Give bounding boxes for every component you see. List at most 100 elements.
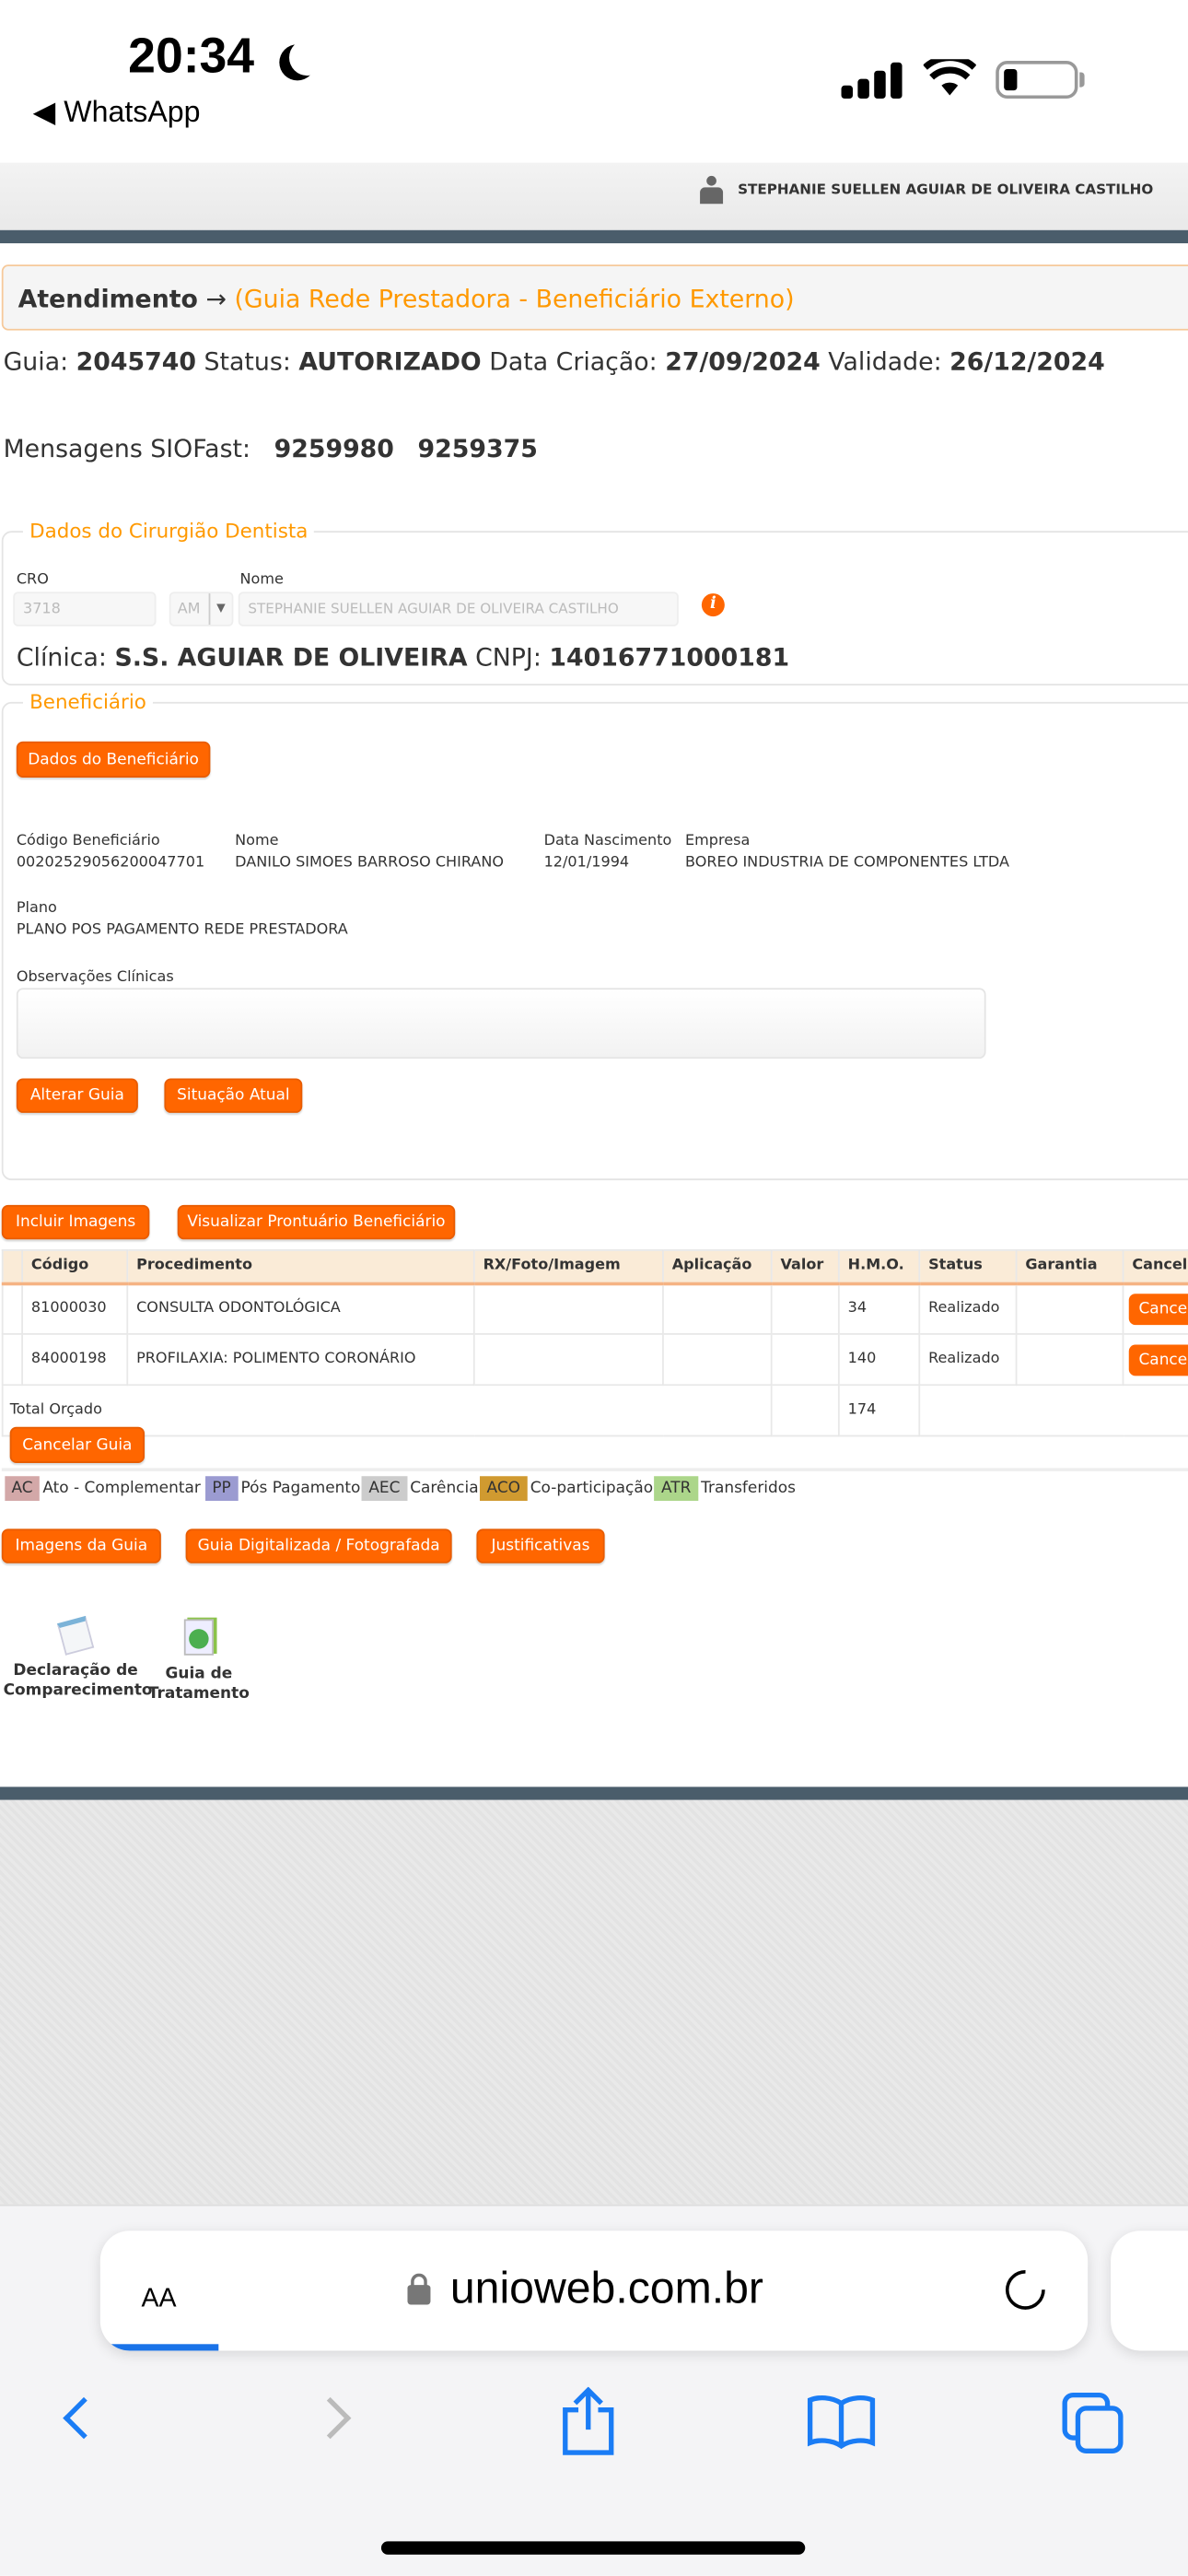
clinica-value: S.S. AGUIAR DE OLIVEIRA bbox=[114, 642, 468, 673]
reader-aa-button[interactable]: AA bbox=[141, 2274, 176, 2316]
table-header-row: Código Procedimento RX/Foto/Imagem Aplic… bbox=[1, 1249, 1188, 1285]
empresa-value: BOREO INDUSTRIA DE COMPONENTES LTDA bbox=[685, 854, 1009, 872]
guia-info: Guia: 2045740 Status: AUTORIZADO Data Cr… bbox=[4, 346, 1105, 376]
cro-input[interactable]: 3718 bbox=[13, 591, 157, 626]
table-row: 84000198 PROFILAXIA: POLIMENTO CORONÁRIO 1… bbox=[1, 1333, 1188, 1387]
cell-procedimento: CONSULTA ODONTOLÓGICA bbox=[126, 1282, 475, 1335]
cancel-procedure-button[interactable]: Cancel bbox=[1128, 1343, 1188, 1376]
page-footer bbox=[0, 1799, 1188, 2205]
status-label: Status: bbox=[204, 346, 291, 377]
plano-label: Plano bbox=[16, 900, 57, 918]
col-hmo: H.M.O. bbox=[837, 1249, 921, 1285]
legend-code: PP bbox=[205, 1476, 238, 1502]
load-progress bbox=[99, 2344, 219, 2351]
battery-icon bbox=[996, 61, 1078, 100]
document-check-icon bbox=[183, 1619, 214, 1656]
beneficiario-legend: Beneficiário bbox=[22, 690, 154, 714]
situacao-atual-button[interactable]: Situação Atual bbox=[164, 1078, 303, 1113]
back-to-whatsapp[interactable]: ◀ WhatsApp bbox=[33, 95, 201, 129]
cell-codigo: 81000030 bbox=[21, 1282, 129, 1335]
cnpj-value: 14016771000181 bbox=[549, 642, 790, 673]
alterar-guia-button[interactable]: Alterar Guia bbox=[16, 1078, 138, 1113]
cell-hmo: 140 bbox=[837, 1333, 921, 1387]
clinica-info: Clínica: S.S. AGUIAR DE OLIVEIRA CNPJ: 1… bbox=[17, 643, 789, 673]
legend-code: ACO bbox=[480, 1476, 528, 1502]
url-text[interactable]: unioweb.com.br bbox=[450, 2264, 763, 2314]
codigo-beneficiario-label: Código Beneficiário bbox=[16, 833, 160, 850]
guia-label: Guia: bbox=[3, 346, 69, 377]
cro-label: CRO bbox=[16, 571, 49, 589]
mensagens-siofast: Mensagens SIOFast: 9259980 9259375 bbox=[4, 434, 538, 463]
empresa-label: Empresa bbox=[685, 833, 751, 850]
cell-procedimento: PROFILAXIA: POLIMENTO CORONÁRIO bbox=[126, 1333, 475, 1387]
reload-icon[interactable] bbox=[997, 2262, 1054, 2318]
tabs-icon[interactable] bbox=[1062, 2392, 1127, 2454]
plano-value: PLANO POS PAGAMENTO REDE PRESTADORA bbox=[16, 921, 348, 939]
footer-bar bbox=[0, 1786, 1188, 1800]
legend-label: Carência bbox=[410, 1479, 479, 1498]
col-procedimento: Procedimento bbox=[126, 1249, 475, 1285]
next-tab-preview[interactable] bbox=[1111, 2231, 1188, 2351]
clinica-label: Clínica: bbox=[16, 642, 107, 673]
codigo-beneficiario-value: 00202529056200047701 bbox=[16, 854, 205, 872]
status-legend: AC Ato - Complementar PP Pós Pagamento AEC… bbox=[5, 1476, 796, 1502]
mensagem-id: 9259375 bbox=[417, 434, 538, 464]
cancel-procedure-button[interactable]: Cancel bbox=[1128, 1293, 1188, 1325]
col-cancela: Cancela bbox=[1122, 1249, 1188, 1285]
wifi-icon bbox=[923, 59, 976, 96]
cnpj-label: CNPJ: bbox=[475, 642, 542, 673]
imagens-da-guia-button[interactable]: Imagens da Guia bbox=[1, 1528, 161, 1563]
doc-label: Comparecimento bbox=[3, 1681, 153, 1700]
chevron-down-icon: ▼ bbox=[208, 593, 232, 626]
col-garantia: Garantia bbox=[1015, 1249, 1124, 1285]
user-icon bbox=[700, 175, 724, 205]
cell-hmo: 34 bbox=[837, 1282, 921, 1335]
col-aplicacao: Aplicação bbox=[662, 1249, 773, 1285]
share-icon[interactable] bbox=[559, 2386, 618, 2456]
criacao-label: Data Criação: bbox=[489, 346, 658, 377]
aa-label: AA bbox=[141, 2285, 177, 2313]
bookmarks-icon[interactable] bbox=[805, 2394, 878, 2450]
breadcrumb-root[interactable]: Atendimento bbox=[18, 285, 198, 314]
validade-label: Validade: bbox=[828, 346, 942, 377]
justificativas-button[interactable]: Justificativas bbox=[476, 1528, 605, 1563]
observacoes-label: Observações Clínicas bbox=[16, 969, 174, 987]
legend-code: AEC bbox=[362, 1476, 407, 1502]
nav-bar bbox=[0, 229, 1188, 244]
guia-tratamento-link[interactable]: Guia de Tratamento bbox=[145, 1619, 253, 1704]
beneficiario-nome-value: DANILO SIMOES BARROSO CHIRANO bbox=[235, 854, 505, 872]
breadcrumb-arrow: → bbox=[205, 284, 227, 314]
guia-digitalizada-button[interactable]: Guia Digitalizada / Fotografada bbox=[185, 1528, 452, 1563]
guia-number: 2045740 bbox=[76, 346, 197, 377]
incluir-imagens-button[interactable]: Incluir Imagens bbox=[1, 1204, 150, 1240]
breadcrumb: Atendimento → (Guia Rede Prestadora - Be… bbox=[1, 264, 1188, 331]
dados-beneficiario-button[interactable]: Dados do Beneficiário bbox=[16, 741, 211, 778]
nome-input[interactable]: STEPHANIE SUELLEN AGUIAR DE OLIVEIRA CAS… bbox=[238, 591, 679, 626]
observacoes-textarea[interactable] bbox=[16, 988, 986, 1060]
criacao-value: 27/09/2024 bbox=[665, 346, 821, 377]
col-rx: RX/Foto/Imagem bbox=[472, 1249, 664, 1285]
declaracao-comparecimento-link[interactable]: Declaração de Comparecimento bbox=[3, 1615, 153, 1701]
dentista-legend: Dados do Cirurgião Dentista bbox=[22, 519, 315, 543]
breadcrumb-current: (Guia Rede Prestadora - Beneficiário Ext… bbox=[234, 284, 795, 314]
doc-label: Guia de bbox=[165, 1665, 233, 1684]
col-valor: Valor bbox=[770, 1249, 840, 1285]
legend-label: Co-participação bbox=[530, 1479, 654, 1498]
uf-value: AM bbox=[177, 602, 201, 618]
table-footer bbox=[1, 1421, 1188, 1471]
moon-icon bbox=[289, 40, 325, 76]
cell-codigo: 84000198 bbox=[21, 1333, 129, 1387]
visualizar-prontuario-button[interactable]: Visualizar Prontuário Beneficiário bbox=[177, 1204, 456, 1240]
col-codigo: Código bbox=[21, 1249, 129, 1285]
nascimento-label: Data Nascimento bbox=[543, 833, 672, 850]
user-name[interactable]: STEPHANIE SUELLEN AGUIAR DE OLIVEIRA CAS… bbox=[738, 182, 1153, 199]
address-bar[interactable]: AA unioweb.com.br bbox=[99, 2231, 1089, 2351]
nascimento-value: 12/01/1994 bbox=[543, 854, 630, 872]
lock-icon bbox=[407, 2273, 431, 2305]
mensagem-id: 9259980 bbox=[274, 434, 394, 464]
clock: 20:34 bbox=[128, 29, 255, 84]
info-icon[interactable]: i bbox=[701, 593, 725, 617]
uf-select[interactable]: AM ▼ bbox=[169, 591, 234, 626]
cancelar-guia-button[interactable]: Cancelar Guia bbox=[9, 1426, 146, 1463]
cell-status: Realizado bbox=[918, 1282, 1018, 1335]
